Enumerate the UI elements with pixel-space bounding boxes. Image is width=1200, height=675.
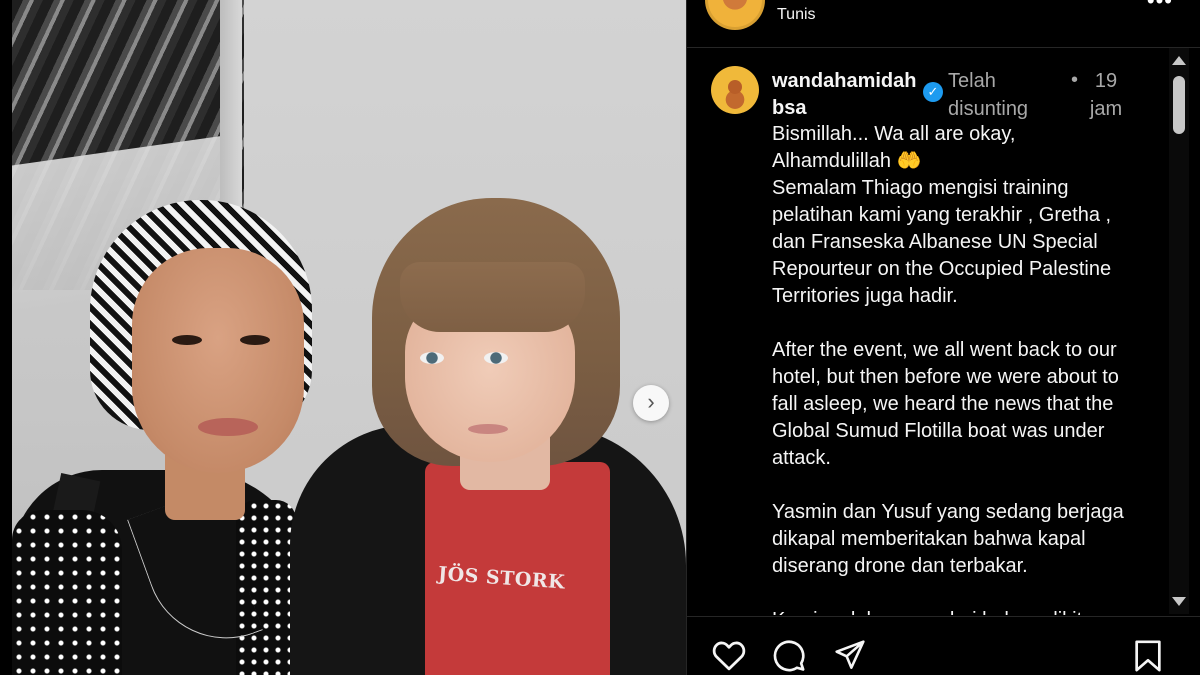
- caption-line: Repourteur on the Occupied Palestine: [772, 258, 1112, 280]
- username-line-1: wandahamidah: [772, 70, 917, 92]
- next-image-button[interactable]: ›: [633, 385, 669, 421]
- post-side-panel: Tunis ••• wandahamidah bsa ✓ Telah disun…: [686, 0, 1200, 675]
- caption-line: pelatihan kami yang terakhir , Gretha ,: [772, 204, 1112, 226]
- person-right-fringe: [400, 262, 585, 332]
- chevron-right-icon: ›: [647, 389, 655, 414]
- caption-line: Kami sudah menyadari bahwa dikita: [772, 607, 1157, 615]
- scarf-left: [12, 510, 122, 675]
- edited-label-line-2: disunting: [948, 98, 1029, 120]
- person-right-mouth: [468, 424, 508, 434]
- person-left-face: [132, 248, 304, 473]
- caption-line: Alhamdulillah 🤲: [772, 150, 922, 172]
- caption-line: After the event, we all went back to our: [772, 339, 1117, 361]
- caption-line: fall asleep, we heard the news that the: [772, 393, 1114, 415]
- caption-line: Bismillah... Wa all are okay,: [772, 123, 1016, 145]
- share-icon[interactable]: [833, 639, 867, 675]
- username-line-2: bsa: [772, 97, 807, 119]
- caption-line: Semalam Thiago mengisi training: [772, 177, 1069, 199]
- scroll-up-arrow[interactable]: [1172, 56, 1186, 65]
- caption-line: hotel, but then before we were about to: [772, 366, 1119, 388]
- photo-frame-edge: [0, 0, 12, 675]
- scroll-down-arrow[interactable]: [1172, 597, 1186, 606]
- person-left-mouth: [198, 418, 258, 436]
- caption-line: Global Sumud Flotilla boat was under: [772, 420, 1105, 442]
- author-avatar[interactable]: [711, 66, 759, 114]
- post-header: Tunis •••: [687, 0, 1200, 48]
- post-timestamp[interactable]: 19 jam: [1083, 67, 1129, 123]
- meta-separator: •: [1071, 69, 1079, 91]
- more-horizontal-icon[interactable]: •••: [1147, 0, 1173, 14]
- person-left-eye: [172, 335, 202, 345]
- author-username[interactable]: wandahamidah bsa: [772, 68, 922, 122]
- caption-line: dan Franseska Albanese UN Special: [772, 231, 1098, 253]
- post-location[interactable]: Tunis: [777, 6, 816, 24]
- edited-label-line-1: Telah: [948, 70, 996, 92]
- caption-blank-line: [772, 472, 1157, 499]
- caption-blank-line: [772, 580, 1157, 607]
- caption-line: diserang drone dan terbakar.: [772, 555, 1028, 577]
- person-right-eye: [420, 352, 444, 364]
- post-actions-bar: [687, 616, 1200, 675]
- caption-scrollbar[interactable]: [1169, 48, 1189, 614]
- timestamp-line-1: 19: [1094, 70, 1118, 92]
- post-image[interactable]: JÖS STORK ›: [0, 0, 686, 675]
- heart-icon[interactable]: [711, 639, 747, 675]
- author-avatar-header[interactable]: [705, 0, 765, 30]
- post-caption: Bismillah... Wa all are okay, Alhamdulil…: [772, 121, 1157, 615]
- caption-line: Yasmin dan Yusuf yang sedang berjaga: [772, 501, 1124, 523]
- comment-icon[interactable]: [771, 639, 807, 675]
- caption-line: Territories juga hadir.: [772, 285, 958, 307]
- person-left-eye: [240, 335, 270, 345]
- caption-blank-line: [772, 310, 1157, 337]
- bookmark-icon[interactable]: [1133, 639, 1163, 675]
- scroll-thumb[interactable]: [1173, 76, 1185, 134]
- timestamp-line-2: jam: [1089, 98, 1123, 120]
- caption-line: attack.: [772, 447, 831, 469]
- person-right-eye: [484, 352, 508, 364]
- caption-line: dikapal memberitakan bahwa kapal: [772, 528, 1086, 550]
- edited-label: Telah disunting: [948, 67, 1058, 123]
- verified-badge-icon: ✓: [923, 82, 943, 102]
